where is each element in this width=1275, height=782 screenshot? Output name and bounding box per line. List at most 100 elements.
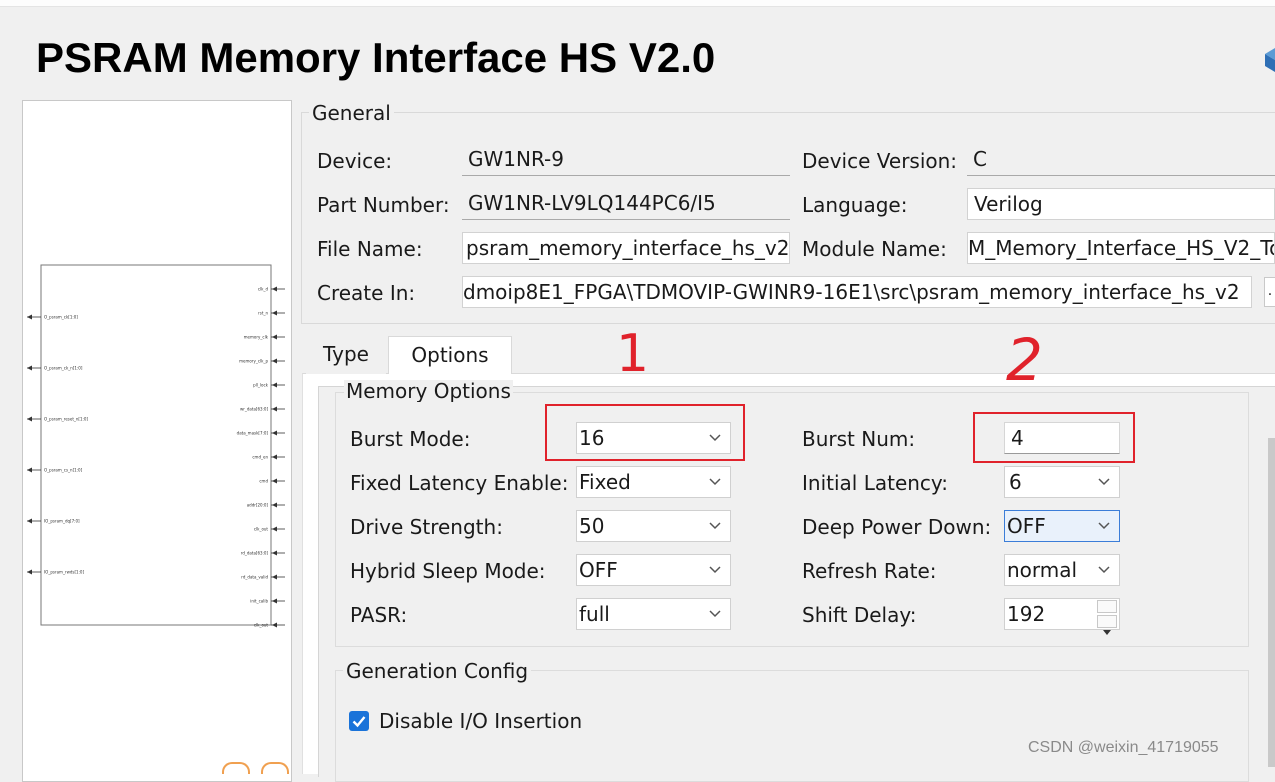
vertical-scrollbar[interactable] [1268, 438, 1275, 767]
disable-io-checkbox[interactable] [349, 711, 369, 731]
burst-num-label: Burst Num: [802, 427, 916, 451]
language-label: Language: [802, 193, 908, 217]
chevron-down-icon [1098, 566, 1110, 574]
create-in-label: Create In: [317, 281, 416, 305]
drive-strength-combo[interactable]: 50 [576, 510, 731, 542]
symbol-port-label: cmd_en [252, 455, 268, 460]
symbol-port-label: memory_clk [244, 335, 269, 340]
symbol-port-arrow [272, 406, 277, 412]
hybrid-sleep-combo[interactable]: OFF [576, 554, 731, 586]
annotation-mark-1: 1 [616, 324, 650, 384]
symbol-port-label: O_psram_ck_n[1:0] [44, 366, 83, 371]
symbol-port-arrow [272, 574, 277, 580]
deep-power-down-value: OFF [1007, 514, 1046, 538]
symbol-port-arrow [272, 622, 277, 628]
create-in-input[interactable]: dmoip8E1_FPGA\TDMOVIP-GWINR9-16E1\src\ps… [462, 276, 1252, 308]
symbol-port-arrow [272, 454, 277, 460]
symbol-port-arrow [272, 502, 277, 508]
deep-power-down-combo[interactable]: OFF [1004, 510, 1120, 542]
chevron-down-icon [709, 610, 721, 618]
symbol-port-arrow [27, 365, 32, 371]
fixed-latency-value: Fixed [579, 470, 631, 494]
symbol-port-arrow [272, 310, 277, 316]
language-combo[interactable]: Verilog [967, 188, 1275, 220]
shift-delay-label: Shift Delay: [802, 603, 917, 627]
general-group-title: General [309, 101, 394, 125]
highlight-box-2 [973, 412, 1135, 463]
refresh-rate-combo[interactable]: normal [1004, 554, 1120, 586]
tab-type[interactable]: Type [306, 336, 386, 374]
hybrid-sleep-value: OFF [579, 558, 618, 582]
symbol-port-label: init_calib [250, 599, 268, 604]
chevron-down-icon [709, 522, 721, 530]
cube-icon [1265, 48, 1275, 72]
symbol-port-label: clk_out [254, 623, 269, 628]
drive-strength-value: 50 [579, 514, 605, 538]
chevron-down-icon [709, 478, 721, 486]
chevron-down-icon [1098, 478, 1110, 486]
shift-delay-value: 192 [1007, 602, 1046, 626]
annotation-mark-2: 2 [1006, 326, 1043, 394]
check-icon [352, 716, 366, 728]
spin-down-icon[interactable] [1097, 615, 1117, 635]
initial-latency-combo[interactable]: 6 [1004, 466, 1120, 498]
fixed-latency-combo[interactable]: Fixed [576, 466, 731, 498]
symbol-preview: O_psram_ck[1:0] O_psram_ck_n[1:0] O_psram_… [22, 100, 292, 782]
watermark: CSDN @weixin_41719055 [1028, 739, 1219, 756]
file-name-input[interactable]: psram_memory_interface_hs_v2 [462, 232, 790, 264]
symbol-port-arrow [27, 416, 32, 422]
symbol-port-label: cmd [259, 479, 268, 484]
module-name-input[interactable]: M_Memory_Interface_HS_V2_To [967, 232, 1275, 264]
symbol-port-label: clk_out [254, 527, 269, 532]
symbol-port-label: IO_psram_rwds[1:0] [44, 570, 84, 575]
part-number-label: Part Number: [317, 193, 450, 217]
burst-mode-label: Burst Mode: [350, 427, 471, 451]
memory-options-title: Memory Options [344, 380, 513, 402]
symbol-port-label: rst_n [258, 311, 268, 316]
symbol-port-label: pll_lock [253, 383, 269, 388]
window-top-strip [0, 0, 1275, 7]
browse-button[interactable]: . [1264, 277, 1275, 307]
pasr-combo[interactable]: full [576, 598, 731, 630]
pasr-value: full [579, 602, 610, 626]
spin-up-icon[interactable] [1097, 600, 1117, 620]
deep-power-down-label: Deep Power Down: [802, 515, 992, 539]
initial-latency-label: Initial Latency: [802, 471, 949, 495]
drive-strength-label: Drive Strength: [350, 515, 503, 539]
refresh-rate-value: normal [1007, 558, 1078, 582]
module-name-label: Module Name: [802, 237, 947, 261]
symbol-port-arrow [272, 358, 277, 364]
chevron-down-icon [1098, 522, 1110, 530]
ip-symbol-diagram: O_psram_ck[1:0] O_psram_ck_n[1:0] O_psram_… [27, 264, 285, 628]
hybrid-sleep-label: Hybrid Sleep Mode: [350, 559, 546, 583]
symbol-port-arrow [272, 430, 277, 436]
device-label: Device: [317, 149, 393, 173]
symbol-port-label: wr_data[63:0] [240, 407, 268, 412]
generation-config-title: Generation Config [343, 659, 532, 683]
symbol-port-label: memory_clk_p [239, 359, 268, 364]
initial-latency-value: 6 [1009, 470, 1022, 494]
thumbnail-icon [222, 762, 250, 774]
symbol-port-arrow [27, 467, 32, 473]
symbol-port-arrow [272, 550, 277, 556]
symbol-port-arrow [272, 478, 277, 484]
shift-delay-stepper[interactable] [1097, 600, 1117, 635]
symbol-port-arrow [272, 598, 277, 604]
symbol-port-label: clk_d [258, 287, 269, 292]
symbol-port-label: O_psram_cs_n[1:0] [44, 468, 83, 473]
tab-options[interactable]: Options [388, 336, 512, 374]
symbol-port-arrow [27, 518, 32, 524]
symbol-port-label: IO_psram_dq[7:0] [44, 519, 80, 524]
pasr-label: PASR: [350, 603, 408, 627]
symbol-port-label: O_psram_ck[1:0] [44, 315, 78, 320]
file-name-label: File Name: [317, 237, 423, 261]
part-number-field: GW1NR-LV9LQ144PC6/I5 [462, 188, 790, 220]
shift-delay-spinbox[interactable]: 192 [1004, 598, 1120, 635]
symbol-port-arrow [27, 569, 32, 575]
page-title: PSRAM Memory Interface HS V2.0 [36, 34, 716, 81]
symbol-port-label: O_psram_reset_n[1:0] [44, 417, 88, 422]
chevron-down-icon [709, 566, 721, 574]
thumbnail-icon [261, 762, 289, 774]
symbol-port-arrow [272, 526, 277, 532]
symbol-port-arrow [272, 286, 277, 292]
